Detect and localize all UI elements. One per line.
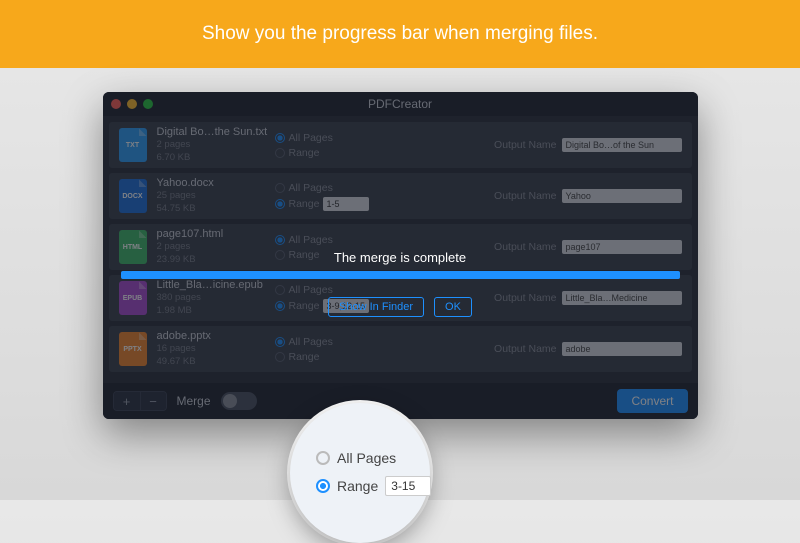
zoom-allpages-label: All Pages	[337, 450, 396, 466]
output-name-input[interactable]: adobe	[562, 342, 682, 356]
remove-button[interactable]: −	[140, 392, 166, 410]
file-name: Digital Bo…the Sun.txt	[157, 126, 275, 138]
page-options: All Pages Range	[275, 132, 495, 159]
stage: PDFCreator TXT Digital Bo…the Sun.txt2 pa…	[0, 68, 800, 419]
radio-icon	[275, 183, 285, 193]
all-pages-label: All Pages	[289, 284, 333, 296]
range-input[interactable]: 1-5	[323, 197, 369, 211]
all-pages-label: All Pages	[289, 182, 333, 194]
file-pages: 25 pages	[157, 189, 275, 202]
output-group: Output Name Yahoo	[494, 189, 681, 203]
file-meta: adobe.pptx16 pages49.67 KB	[157, 330, 275, 369]
range-option[interactable]: Range	[275, 351, 333, 363]
file-type-icon: TXT	[119, 128, 147, 162]
output-group: Output Name adobe	[494, 342, 681, 356]
radio-icon	[275, 285, 285, 295]
window-title: PDFCreator	[103, 97, 698, 111]
radio-icon	[275, 199, 285, 209]
file-row[interactable]: DOCX Yahoo.docx25 pages54.75 KB All Pages R…	[109, 173, 692, 219]
radio-icon	[275, 148, 285, 158]
file-name: Yahoo.docx	[157, 177, 275, 189]
output-name-label: Output Name	[494, 343, 556, 355]
file-meta: Yahoo.docx25 pages54.75 KB	[157, 177, 275, 216]
titlebar: PDFCreator	[103, 92, 698, 116]
file-name: Little_Bla…icine.epub	[157, 279, 275, 291]
output-name-label: Output Name	[494, 139, 556, 151]
progress-message: The merge is complete	[103, 250, 698, 265]
merge-toggle[interactable]	[221, 392, 257, 410]
all-pages-label: All Pages	[289, 336, 333, 348]
bottom-toolbar: + − Merge Convert	[103, 383, 698, 419]
progress-actions: Show In Finder OK	[103, 297, 698, 317]
file-pages: 16 pages	[157, 342, 275, 355]
range-label: Range	[289, 198, 320, 210]
add-remove-group: + −	[113, 391, 167, 411]
all-pages-option[interactable]: All Pages	[275, 284, 370, 296]
file-type-icon: PPTX	[119, 332, 147, 366]
promo-banner: Show you the progress bar when merging f…	[0, 0, 800, 68]
add-button[interactable]: +	[114, 392, 140, 410]
progress-panel: The merge is complete	[103, 250, 698, 279]
radio-icon	[275, 133, 285, 143]
zoom-range-option: Range 3-15	[316, 476, 431, 496]
radio-icon	[275, 337, 285, 347]
magnifier-callout: All Pages Range 3-15	[290, 403, 430, 543]
zoom-range-label: Range	[337, 478, 378, 494]
radio-icon	[275, 235, 285, 245]
range-option[interactable]: Range 1-5	[275, 197, 370, 211]
show-in-finder-button[interactable]: Show In Finder	[328, 297, 424, 317]
file-type-icon: DOCX	[119, 179, 147, 213]
file-pages: 2 pages	[157, 138, 275, 151]
range-label: Range	[289, 147, 320, 159]
all-pages-option[interactable]: All Pages	[275, 182, 370, 194]
all-pages-option[interactable]: All Pages	[275, 132, 333, 144]
page-options: All Pages Range	[275, 336, 495, 363]
range-label: Range	[289, 351, 320, 363]
all-pages-option[interactable]: All Pages	[275, 234, 333, 246]
convert-button[interactable]: Convert	[617, 389, 687, 413]
page-options: All Pages Range 1-5	[275, 182, 495, 211]
app-window: PDFCreator TXT Digital Bo…the Sun.txt2 pa…	[103, 92, 698, 419]
output-name-input[interactable]: Digital Bo…of the Sun	[562, 138, 682, 152]
zoom-allpages-option: All Pages	[316, 450, 396, 466]
progress-bar	[121, 271, 680, 279]
all-pages-option[interactable]: All Pages	[275, 336, 333, 348]
output-group: Output Name Digital Bo…of the Sun	[494, 138, 681, 152]
file-name: page107.html	[157, 228, 275, 240]
radio-icon	[275, 352, 285, 362]
ok-button[interactable]: OK	[434, 297, 472, 317]
file-name: adobe.pptx	[157, 330, 275, 342]
output-name-label: Output Name	[494, 190, 556, 202]
banner-headline: Show you the progress bar when merging f…	[202, 23, 598, 45]
file-row[interactable]: PPTX adobe.pptx16 pages49.67 KB All Pages R…	[109, 326, 692, 372]
file-row[interactable]: TXTDigital Bo…the Sun.txt2 pages6.70 KBA…	[109, 122, 692, 168]
file-meta: Digital Bo…the Sun.txt2 pages6.70 KB	[157, 126, 275, 165]
all-pages-label: All Pages	[289, 132, 333, 144]
file-size: 6.70 KB	[157, 151, 275, 164]
range-option[interactable]: Range	[275, 147, 333, 159]
radio-icon[interactable]	[316, 479, 330, 493]
file-size: 49.67 KB	[157, 355, 275, 368]
output-name-input[interactable]: Yahoo	[562, 189, 682, 203]
zoom-range-input[interactable]: 3-15	[385, 476, 431, 496]
file-size: 54.75 KB	[157, 202, 275, 215]
radio-icon[interactable]	[316, 451, 330, 465]
merge-label: Merge	[177, 394, 211, 408]
all-pages-label: All Pages	[289, 234, 333, 246]
